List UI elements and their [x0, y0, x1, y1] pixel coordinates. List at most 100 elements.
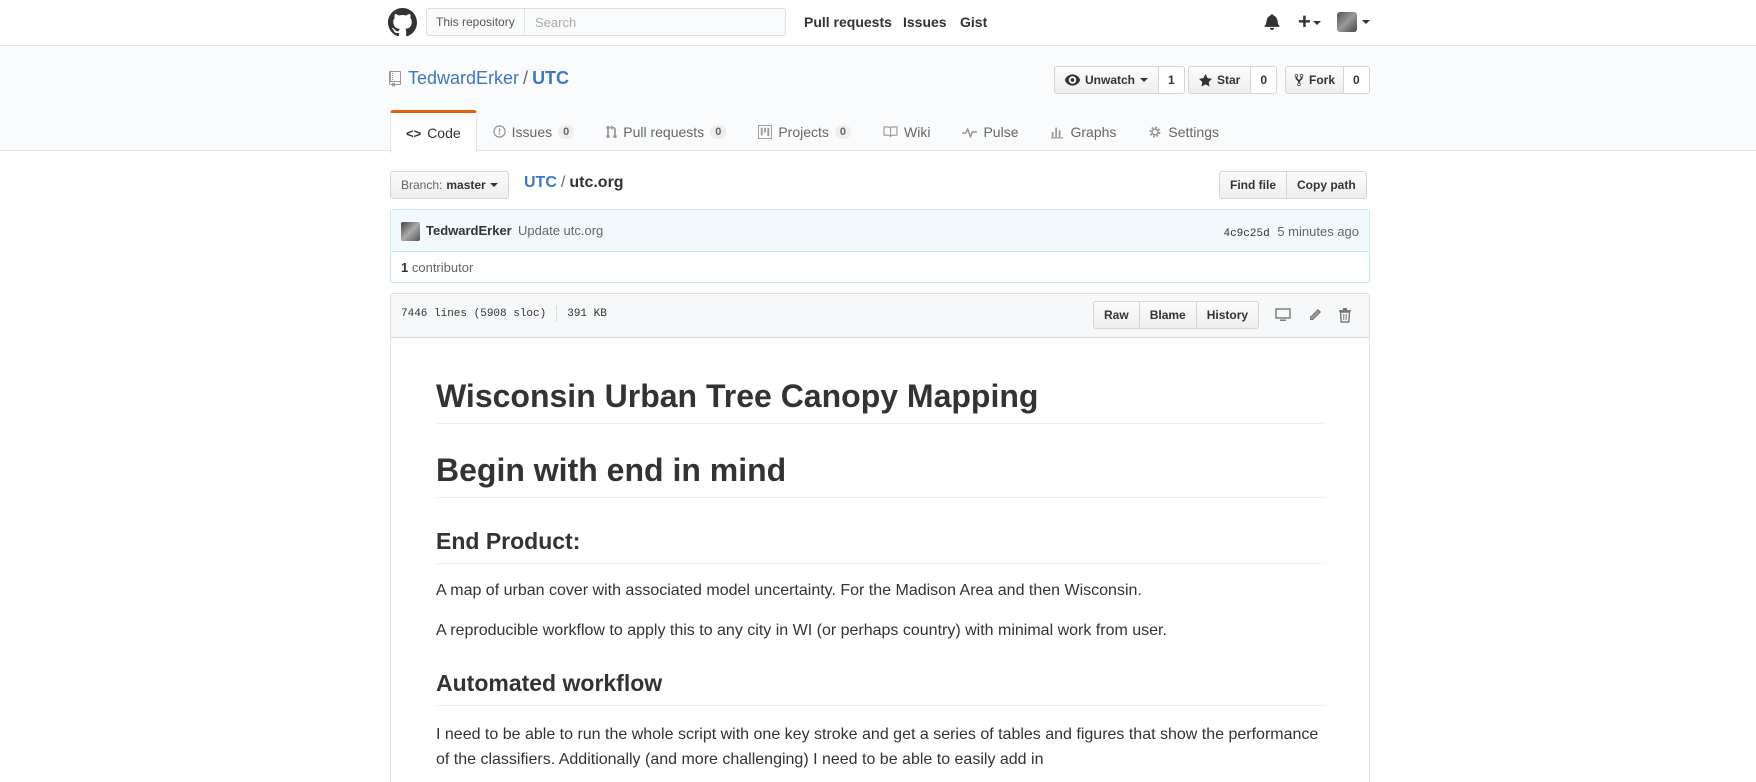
- star-group: Star 0: [1188, 66, 1278, 94]
- commit-time: 5 minutes ago: [1277, 224, 1359, 239]
- file-header: 7446 lines (5908 sloc) 391 KB Raw Blame …: [391, 294, 1369, 338]
- commit-tease: TedwardErker Update utc.org 4c9c25d 5 mi…: [390, 209, 1370, 283]
- star-count[interactable]: 0: [1251, 66, 1278, 94]
- contributors-summary[interactable]: 1 contributor: [401, 260, 473, 275]
- star-button[interactable]: Star: [1188, 66, 1252, 94]
- code-icon: <>: [406, 125, 422, 141]
- tab-wiki[interactable]: Wiki: [867, 110, 946, 152]
- plus-icon: +: [1298, 9, 1311, 34]
- book-icon: [883, 125, 898, 137]
- avatar[interactable]: [401, 222, 420, 241]
- watch-group: Unwatch 1: [1054, 66, 1185, 94]
- fork-count[interactable]: 0: [1344, 66, 1370, 94]
- tab-code[interactable]: <> Code: [390, 110, 477, 153]
- heading-automated-workflow: Automated workflow: [436, 670, 1326, 706]
- star-label: Star: [1217, 73, 1241, 87]
- tab-label: Graphs: [1070, 123, 1117, 140]
- file-size: 391 KB: [567, 308, 607, 320]
- heading-1: Wisconsin Urban Tree Canopy Mapping: [436, 378, 1326, 424]
- projects-counter: 0: [834, 124, 852, 139]
- repo-header: TedwardErker / UTC Unwatch 1 Star 0 Fork 0…: [0, 47, 1756, 153]
- search-scope: This repository: [427, 9, 525, 35]
- pencil-icon[interactable]: [1308, 308, 1322, 322]
- project-icon: [758, 124, 773, 139]
- branch-label: Branch:: [401, 178, 443, 192]
- heading-begin: Begin with end in mind: [436, 452, 1326, 498]
- issue-icon: [492, 125, 506, 138]
- nav-pull-requests[interactable]: Pull requests: [804, 14, 892, 30]
- pulse-icon: [962, 126, 978, 138]
- site-header: This repository Pull requests Issues Gis…: [0, 0, 1756, 46]
- paragraph: I need to be able to run the whole scrip…: [436, 726, 1319, 768]
- graph-icon: [1051, 127, 1064, 138]
- tab-graphs[interactable]: Graphs: [1034, 110, 1132, 152]
- repo-icon: [389, 71, 401, 87]
- file-info: 7446 lines (5908 sloc) 391 KB: [401, 306, 607, 322]
- tab-label: Pulse: [983, 123, 1019, 140]
- file-nav-buttons: Find file Copy path: [1219, 171, 1367, 199]
- file-actions: Raw Blame History: [1093, 301, 1260, 329]
- fork-button[interactable]: Fork: [1285, 66, 1345, 94]
- copy-path-button[interactable]: Copy path: [1287, 171, 1367, 199]
- unwatch-button[interactable]: Unwatch: [1054, 66, 1160, 94]
- file-box: 7446 lines (5908 sloc) 391 KB Raw Blame …: [390, 293, 1370, 782]
- file-icons: [1275, 308, 1351, 323]
- issues-counter: 0: [558, 124, 575, 139]
- tab-pulse[interactable]: Pulse: [946, 110, 1034, 152]
- tab-label: Issues: [511, 123, 553, 140]
- raw-button[interactable]: Raw: [1093, 301, 1140, 329]
- nav-gist[interactable]: Gist: [960, 14, 987, 30]
- heading-end-product: End Product:: [436, 528, 1326, 564]
- github-logo-icon[interactable]: [388, 8, 417, 37]
- chevron-down-icon: [1140, 78, 1149, 82]
- breadcrumb-file: utc.org: [569, 174, 624, 191]
- nav-issues[interactable]: Issues: [903, 14, 947, 30]
- tab-label: Projects: [778, 123, 829, 140]
- contributor-label: contributor: [411, 260, 474, 275]
- breadcrumb-separator: /: [560, 174, 566, 191]
- create-new-dropdown[interactable]: +: [1298, 9, 1321, 35]
- unwatch-label: Unwatch: [1085, 73, 1136, 87]
- pull-request-icon: [606, 124, 617, 138]
- desktop-icon[interactable]: [1275, 308, 1291, 322]
- file-line-count: 7446 lines (5908 sloc): [401, 308, 547, 320]
- bell-icon[interactable]: [1264, 13, 1280, 30]
- commit-author-link[interactable]: TedwardErker: [426, 223, 512, 238]
- tab-settings[interactable]: Settings: [1132, 110, 1235, 152]
- repo-name-link[interactable]: UTC: [532, 68, 569, 88]
- tab-label: Pull requests: [623, 123, 705, 140]
- tab-label: Wiki: [904, 123, 931, 140]
- repo-tabs: <> Code Issues 0 Pull requests 0 Project…: [390, 110, 1235, 153]
- branch-value: master: [446, 178, 486, 192]
- chevron-down-icon: [489, 183, 498, 187]
- eye-icon: [1065, 74, 1080, 86]
- trash-icon[interactable]: [1339, 308, 1351, 323]
- repo-owner-link[interactable]: TedwardErker: [408, 68, 519, 88]
- fork-group: Fork 0: [1285, 66, 1370, 94]
- watch-count[interactable]: 1: [1159, 66, 1185, 94]
- star-icon: [1199, 73, 1212, 87]
- paragraph: A map of urban cover with associated mod…: [436, 582, 1142, 599]
- commit-sha-link[interactable]: 4c9c25d: [1223, 228, 1269, 240]
- contributor-count: 1: [401, 260, 409, 275]
- tab-pull-requests[interactable]: Pull requests 0: [590, 110, 742, 152]
- branch-select-button[interactable]: Branch: master: [390, 171, 509, 199]
- search-box: This repository: [426, 8, 786, 36]
- blame-button[interactable]: Blame: [1139, 301, 1197, 329]
- commit-message-link[interactable]: Update utc.org: [518, 223, 603, 238]
- commit-meta: 4c9c25d 5 minutes ago: [1223, 224, 1359, 240]
- fork-label: Fork: [1309, 73, 1336, 87]
- fork-icon: [1294, 73, 1304, 87]
- breadcrumb-root-link[interactable]: UTC: [524, 174, 557, 191]
- file-info-divider: [556, 306, 558, 322]
- tab-projects[interactable]: Projects 0: [742, 110, 867, 152]
- history-button[interactable]: History: [1196, 301, 1260, 329]
- pull-requests-counter: 0: [710, 124, 727, 139]
- user-menu[interactable]: [1337, 12, 1371, 32]
- latest-commit: TedwardErker Update utc.org 4c9c25d 5 mi…: [391, 210, 1369, 252]
- gear-icon: [1149, 126, 1161, 137]
- tab-issues[interactable]: Issues 0: [477, 110, 591, 152]
- avatar: [1337, 12, 1357, 32]
- find-file-button[interactable]: Find file: [1219, 171, 1287, 199]
- search-input[interactable]: [527, 9, 783, 35]
